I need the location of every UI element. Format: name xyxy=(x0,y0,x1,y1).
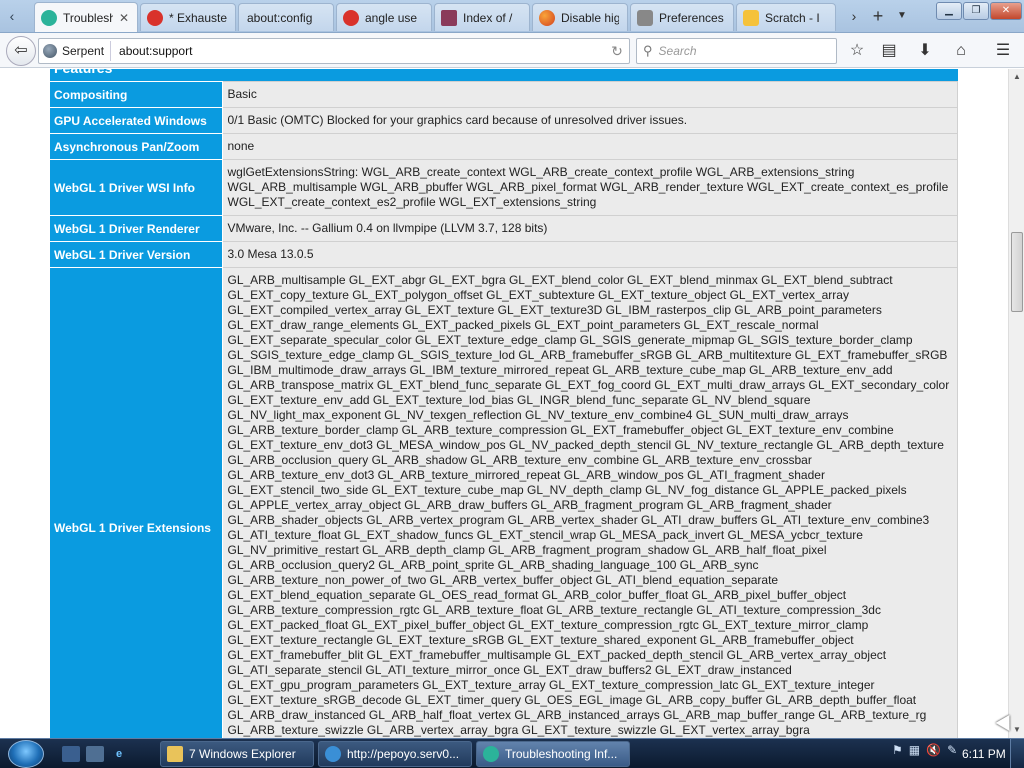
site-identity-button[interactable]: Serpent xyxy=(39,41,112,61)
network-icon[interactable]: ⚑ xyxy=(892,743,903,757)
menu-hamburger-icon[interactable]: ☰ xyxy=(992,40,1014,62)
table-row: Compositing Basic xyxy=(50,81,958,108)
features-table: Compositing Basic GPU Accelerated Window… xyxy=(50,81,958,738)
taskbar-button-label: Troubleshooting Inf... xyxy=(505,747,618,761)
internet-explorer-icon[interactable]: e xyxy=(110,746,128,762)
home-icon[interactable]: ⌂ xyxy=(950,40,972,62)
bookmark-star-icon[interactable]: ☆ xyxy=(846,40,868,62)
tray-flag-icon[interactable]: ✎ xyxy=(947,743,957,757)
scratch-icon xyxy=(743,9,759,26)
scrollbar-thumb[interactable] xyxy=(1011,232,1023,312)
start-button[interactable] xyxy=(8,740,44,768)
tab-label: * Exhausted xyxy=(169,10,227,25)
tab-label: Index of / xyxy=(463,10,513,25)
row-value: 3.0 Mesa 13.0.5 xyxy=(221,241,958,268)
table-row: WebGL 1 Driver Extensions GL_ARB_multisa… xyxy=(50,267,958,738)
opera-icon xyxy=(343,9,359,26)
action-center-icon[interactable]: ▦ xyxy=(909,743,920,757)
tab-about-config[interactable]: about:config xyxy=(238,3,334,31)
tab-scroll-right-icon[interactable]: › xyxy=(844,6,864,26)
row-label: WebGL 1 Driver Renderer xyxy=(50,215,223,242)
globe-icon xyxy=(43,44,57,58)
url-input[interactable]: about:support xyxy=(111,44,605,58)
tab-label: angle use xyxy=(365,10,418,25)
row-label: Compositing xyxy=(50,81,223,108)
maximize-button[interactable]: ❐ xyxy=(963,2,989,20)
search-input[interactable]: ⚲ Search xyxy=(636,38,837,64)
tab-label: Scratch - I xyxy=(765,10,820,25)
show-desktop-quicklaunch-icon[interactable] xyxy=(62,746,80,762)
close-tab-icon[interactable]: ✕ xyxy=(119,11,129,25)
row-value: 0/1 Basic (OMTC) Blocked for your graphi… xyxy=(221,107,958,134)
taskbar-button-troubleshooting[interactable]: Troubleshooting Inf... xyxy=(476,741,630,767)
folder-icon xyxy=(167,746,183,762)
url-bar[interactable]: Serpent about:support ↻ xyxy=(38,38,630,64)
identity-label: Serpent xyxy=(62,44,105,58)
show-desktop-button[interactable] xyxy=(1010,739,1024,768)
row-value: none xyxy=(221,133,958,160)
system-tray: ⚑ ▦ 🔇 ✎ xyxy=(892,743,957,757)
internet-explorer-icon xyxy=(325,746,341,762)
table-row: Asynchronous Pan/Zoom none xyxy=(50,133,958,160)
row-label: Asynchronous Pan/Zoom xyxy=(50,133,223,160)
back-button[interactable]: ⇦ xyxy=(6,36,36,66)
section-heading: Features xyxy=(50,69,958,81)
tab-preferences[interactable]: Preferences xyxy=(630,3,734,31)
row-value: GL_ARB_multisample GL_EXT_abgr GL_EXT_bg… xyxy=(221,267,958,738)
volume-muted-icon[interactable]: 🔇 xyxy=(926,743,941,757)
new-tab-button[interactable]: + xyxy=(868,6,888,26)
table-row: WebGL 1 Driver WSI Info wglGetExtensions… xyxy=(50,159,958,216)
row-label: WebGL 1 Driver Extensions xyxy=(50,267,223,738)
table-row: WebGL 1 Driver Version 3.0 Mesa 13.0.5 xyxy=(50,241,958,268)
search-icon: ⚲ xyxy=(643,43,653,58)
taskbar-clock[interactable]: 6:11 PM xyxy=(962,747,1006,761)
downloads-icon[interactable]: ⬇ xyxy=(914,40,936,62)
search-placeholder: Search xyxy=(658,44,697,58)
bookmarks-menu-icon[interactable]: ▤ xyxy=(878,40,900,62)
switch-windows-icon[interactable] xyxy=(86,746,104,762)
gear-icon xyxy=(637,9,653,26)
row-label: WebGL 1 Driver Version xyxy=(50,241,223,268)
taskbar-button-label: 7 Windows Explorer xyxy=(189,747,296,761)
table-row: GPU Accelerated Windows 0/1 Basic (OMTC)… xyxy=(50,107,958,134)
taskbar: e 7 Windows Explorer http://pepoyo.serv0… xyxy=(0,738,1024,768)
tab-label: about:config xyxy=(247,10,313,25)
tab-strip: ‹ Troubleshooting Information ✕ * Exhaus… xyxy=(0,0,1024,33)
opera-icon xyxy=(147,9,163,26)
tab-disable-hig[interactable]: Disable hig xyxy=(532,3,628,31)
tab-angle-use[interactable]: angle use xyxy=(336,3,432,31)
row-value: VMware, Inc. -- Gallium 0.4 on llvmpipe … xyxy=(221,215,958,242)
table-row: WebGL 1 Driver Renderer VMware, Inc. -- … xyxy=(50,215,958,242)
tab-exhausted[interactable]: * Exhausted xyxy=(140,3,236,31)
reload-icon[interactable]: ↻ xyxy=(605,43,629,60)
row-value: Basic xyxy=(221,81,958,108)
row-value: wglGetExtensionsString: WGL_ARB_create_c… xyxy=(221,159,958,216)
tab-scroll-left-icon[interactable]: ‹ xyxy=(2,6,22,26)
folder-index-icon xyxy=(441,9,457,26)
minimize-button[interactable]: ▁ xyxy=(936,2,962,20)
close-window-button[interactable]: ✕ xyxy=(990,2,1022,20)
tab-scratch[interactable]: Scratch - I xyxy=(736,3,836,31)
firefox-icon xyxy=(539,9,555,26)
taskbar-button-browser-ie[interactable]: http://pepoyo.serv0... xyxy=(318,741,472,767)
row-label: WebGL 1 Driver WSI Info xyxy=(50,159,223,216)
tab-label: Preferences xyxy=(659,10,724,25)
all-tabs-dropdown-icon[interactable]: ▼ xyxy=(892,6,912,26)
navigation-toolbar: ⇦ Serpent about:support ↻ ⚲ Search ☆ ▤ ⬇… xyxy=(0,33,1024,68)
page-content: Features Compositing Basic GPU Accelerat… xyxy=(0,69,1008,738)
serpent-logo-icon xyxy=(41,9,57,26)
tab-label: Troubleshooting Information xyxy=(63,10,113,25)
taskbar-button-explorer[interactable]: 7 Windows Explorer xyxy=(160,741,314,767)
serpent-logo-icon xyxy=(483,746,499,762)
tab-index-of[interactable]: Index of / xyxy=(434,3,530,31)
row-label: GPU Accelerated Windows xyxy=(50,107,223,134)
scroll-up-icon[interactable]: ▲ xyxy=(1009,69,1024,85)
tab-label: Disable hig xyxy=(561,10,619,25)
tab-troubleshooting[interactable]: Troubleshooting Information ✕ xyxy=(34,2,138,32)
vertical-scrollbar[interactable]: ▲ ▼ xyxy=(1008,69,1024,738)
taskbar-button-label: http://pepoyo.serv0... xyxy=(347,747,460,761)
